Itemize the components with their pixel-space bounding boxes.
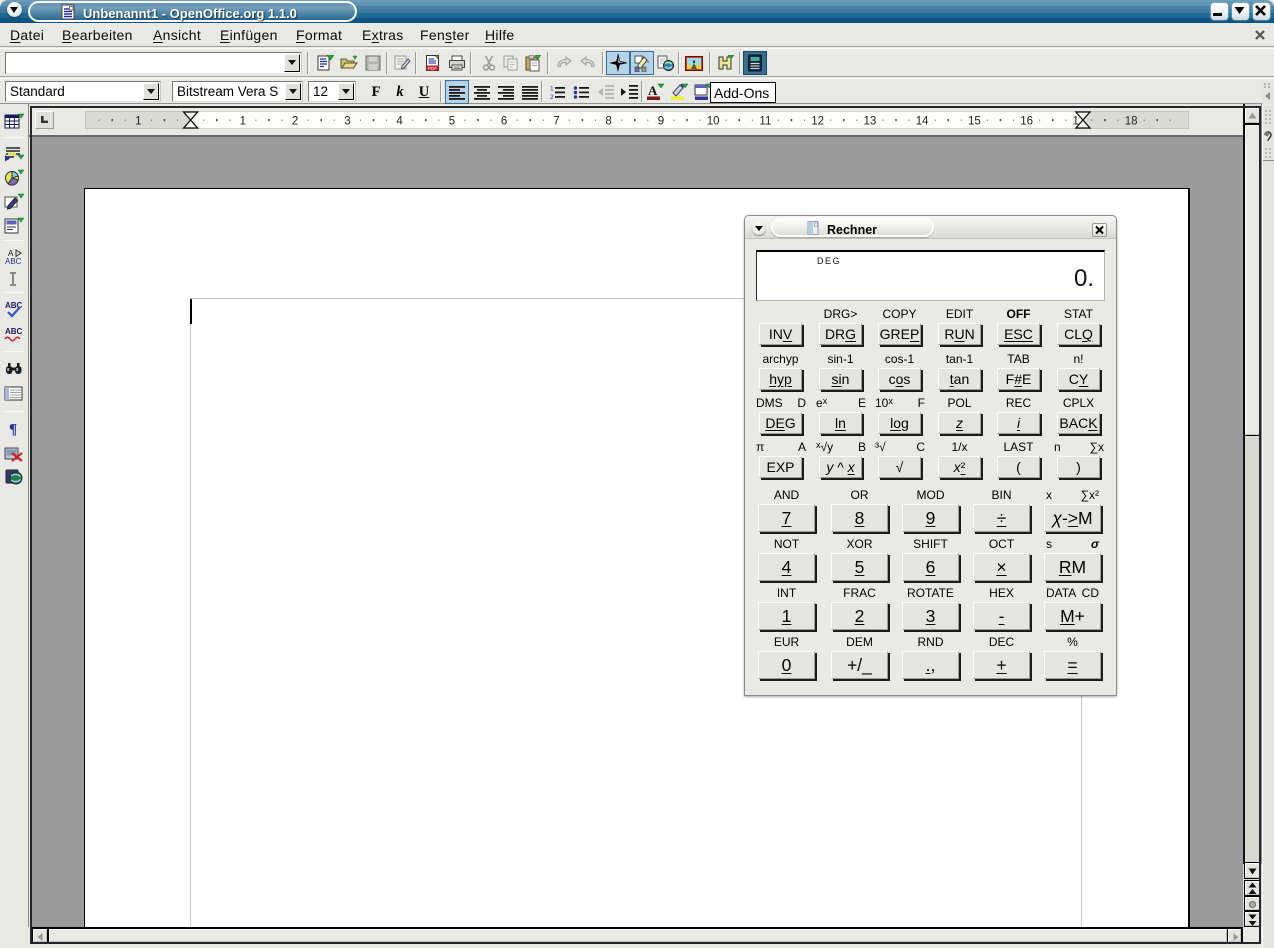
svg-text:14: 14 bbox=[916, 116, 929, 128]
svg-text:18: 18 bbox=[1125, 116, 1138, 128]
svg-text:ABC: ABC bbox=[5, 327, 23, 336]
svg-text:1: 1 bbox=[135, 116, 141, 128]
svg-text:2: 2 bbox=[292, 116, 298, 128]
svg-text:11: 11 bbox=[759, 116, 771, 128]
svg-text:13: 13 bbox=[864, 116, 877, 128]
svg-text:9: 9 bbox=[658, 116, 664, 128]
svg-text:1: 1 bbox=[550, 85, 554, 92]
svg-text:¶: ¶ bbox=[9, 422, 17, 438]
svg-text:5: 5 bbox=[449, 116, 455, 128]
svg-text:8: 8 bbox=[605, 116, 611, 128]
svg-text:15: 15 bbox=[968, 116, 981, 128]
svg-text:1: 1 bbox=[240, 116, 246, 128]
svg-text:6: 6 bbox=[501, 116, 507, 128]
svg-text:3: 3 bbox=[344, 116, 350, 128]
svg-text:ABC: ABC bbox=[5, 257, 22, 266]
svg-text:10: 10 bbox=[707, 116, 720, 128]
svg-text:PDF: PDF bbox=[428, 65, 437, 70]
svg-text:7: 7 bbox=[553, 116, 559, 128]
svg-text:A: A bbox=[648, 83, 658, 98]
svg-text:2: 2 bbox=[550, 94, 554, 101]
svg-text:16: 16 bbox=[1020, 116, 1033, 128]
svg-text:4: 4 bbox=[396, 116, 403, 128]
svg-text:12: 12 bbox=[811, 116, 824, 128]
